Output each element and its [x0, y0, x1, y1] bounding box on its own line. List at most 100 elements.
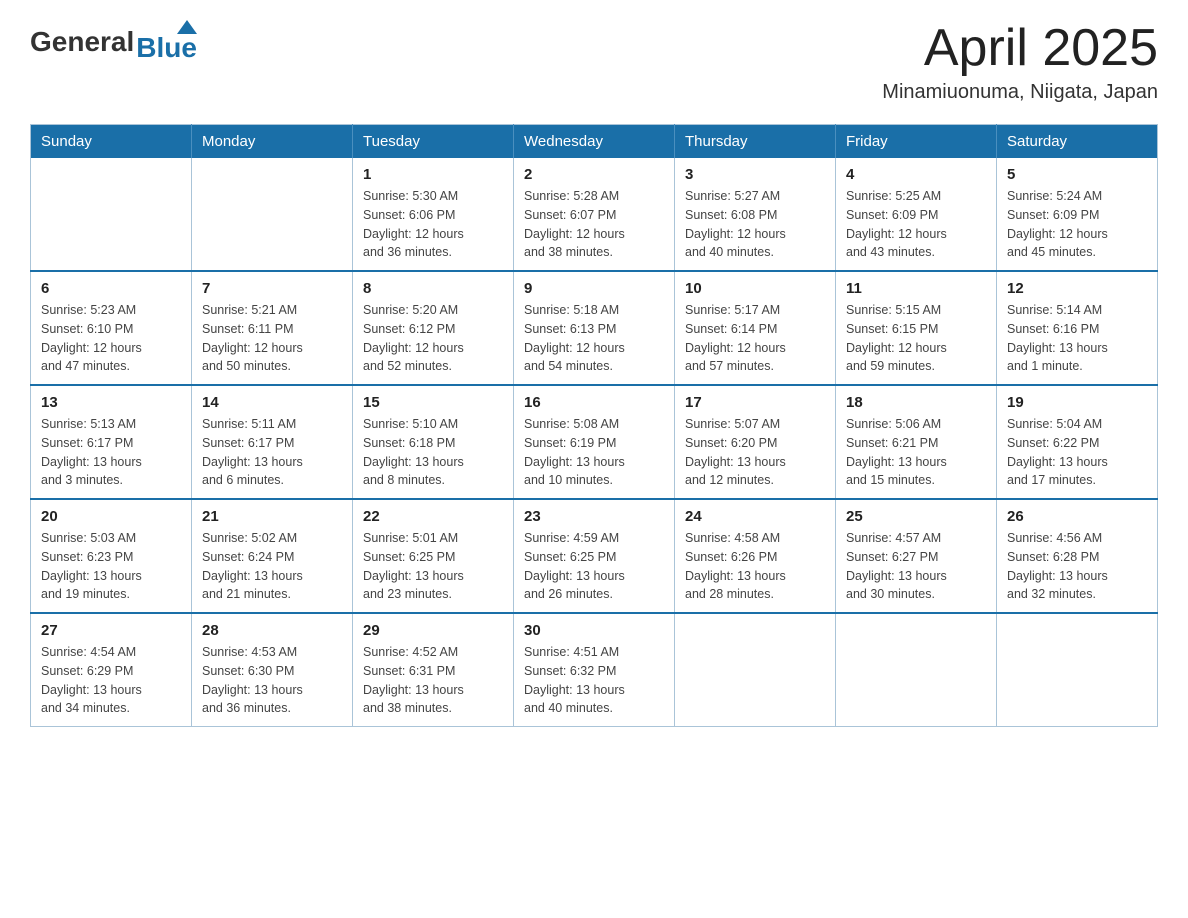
day-info: Sunrise: 4:59 AM Sunset: 6:25 PM Dayligh… [524, 529, 664, 604]
calendar-cell: 16 Sunrise: 5:08 AM Sunset: 6:19 PM Dayli… [514, 385, 675, 499]
day-number: 1 [363, 166, 503, 183]
calendar-cell: 26 Sunrise: 4:56 AM Sunset: 6:28 PM Dayli… [997, 499, 1158, 613]
day-info: Sunrise: 5:15 AM Sunset: 6:15 PM Dayligh… [846, 301, 986, 376]
day-number: 28 [202, 622, 342, 639]
page-header: General Blue April 2025 Minamiuonuma, Ni… [30, 20, 1158, 104]
day-info: Sunrise: 4:51 AM Sunset: 6:32 PM Dayligh… [524, 643, 664, 718]
day-number: 8 [363, 280, 503, 297]
day-number: 17 [685, 394, 825, 411]
day-number: 20 [41, 508, 181, 525]
calendar-cell: 15 Sunrise: 5:10 AM Sunset: 6:18 PM Dayli… [353, 385, 514, 499]
day-number: 4 [846, 166, 986, 183]
day-number: 7 [202, 280, 342, 297]
calendar-cell: 3 Sunrise: 5:27 AM Sunset: 6:08 PM Daylig… [675, 158, 836, 271]
day-info: Sunrise: 4:54 AM Sunset: 6:29 PM Dayligh… [41, 643, 181, 718]
day-info: Sunrise: 5:02 AM Sunset: 6:24 PM Dayligh… [202, 529, 342, 604]
calendar-cell: 27 Sunrise: 4:54 AM Sunset: 6:29 PM Dayli… [31, 613, 192, 727]
day-number: 27 [41, 622, 181, 639]
calendar-cell: 9Sunrise: 5:18 AM Sunset: 6:13 PM Daylig… [514, 271, 675, 385]
weekday-header-row: SundayMondayTuesdayWednesdayThursdayFrid… [31, 125, 1158, 159]
calendar-cell: 17 Sunrise: 5:07 AM Sunset: 6:20 PM Dayli… [675, 385, 836, 499]
day-number: 5 [1007, 166, 1147, 183]
day-number: 30 [524, 622, 664, 639]
day-number: 14 [202, 394, 342, 411]
calendar-cell: 25Sunrise: 4:57 AM Sunset: 6:27 PM Dayli… [836, 499, 997, 613]
calendar-cell [192, 158, 353, 271]
weekday-header-friday: Friday [836, 125, 997, 159]
calendar-cell [997, 613, 1158, 727]
day-info: Sunrise: 4:56 AM Sunset: 6:28 PM Dayligh… [1007, 529, 1147, 604]
calendar-cell [836, 613, 997, 727]
calendar-cell: 4 Sunrise: 5:25 AM Sunset: 6:09 PM Daylig… [836, 158, 997, 271]
weekday-header-monday: Monday [192, 125, 353, 159]
calendar-cell: 14 Sunrise: 5:11 AM Sunset: 6:17 PM Dayli… [192, 385, 353, 499]
title-area: April 2025 Minamiuonuma, Niigata, Japan [882, 20, 1158, 104]
day-number: 29 [363, 622, 503, 639]
calendar-cell: 19Sunrise: 5:04 AM Sunset: 6:22 PM Dayli… [997, 385, 1158, 499]
weekday-header-saturday: Saturday [997, 125, 1158, 159]
day-info: Sunrise: 5:21 AM Sunset: 6:11 PM Dayligh… [202, 301, 342, 376]
calendar-week-row: 6 Sunrise: 5:23 AM Sunset: 6:10 PM Daylig… [31, 271, 1158, 385]
day-number: 18 [846, 394, 986, 411]
day-info: Sunrise: 5:28 AM Sunset: 6:07 PM Dayligh… [524, 187, 664, 262]
day-info: Sunrise: 5:24 AM Sunset: 6:09 PM Dayligh… [1007, 187, 1147, 262]
day-number: 6 [41, 280, 181, 297]
calendar-cell: 1 Sunrise: 5:30 AM Sunset: 6:06 PM Daylig… [353, 158, 514, 271]
calendar-table: SundayMondayTuesdayWednesdayThursdayFrid… [30, 124, 1158, 727]
day-info: Sunrise: 5:08 AM Sunset: 6:19 PM Dayligh… [524, 415, 664, 490]
calendar-cell [31, 158, 192, 271]
calendar-cell: 2 Sunrise: 5:28 AM Sunset: 6:07 PM Daylig… [514, 158, 675, 271]
logo-general-text: General [30, 26, 134, 58]
day-number: 24 [685, 508, 825, 525]
calendar-cell: 22Sunrise: 5:01 AM Sunset: 6:25 PM Dayli… [353, 499, 514, 613]
day-info: Sunrise: 5:23 AM Sunset: 6:10 PM Dayligh… [41, 301, 181, 376]
day-number: 10 [685, 280, 825, 297]
day-info: Sunrise: 4:52 AM Sunset: 6:31 PM Dayligh… [363, 643, 503, 718]
day-info: Sunrise: 5:25 AM Sunset: 6:09 PM Dayligh… [846, 187, 986, 262]
calendar-cell: 13 Sunrise: 5:13 AM Sunset: 6:17 PM Dayli… [31, 385, 192, 499]
day-info: Sunrise: 4:58 AM Sunset: 6:26 PM Dayligh… [685, 529, 825, 604]
calendar-cell [675, 613, 836, 727]
day-info: Sunrise: 4:57 AM Sunset: 6:27 PM Dayligh… [846, 529, 986, 604]
day-info: Sunrise: 5:27 AM Sunset: 6:08 PM Dayligh… [685, 187, 825, 262]
logo-blue-part: Blue [136, 20, 197, 64]
day-info: Sunrise: 5:30 AM Sunset: 6:06 PM Dayligh… [363, 187, 503, 262]
weekday-header-wednesday: Wednesday [514, 125, 675, 159]
day-number: 11 [846, 280, 986, 297]
day-info: Sunrise: 5:20 AM Sunset: 6:12 PM Dayligh… [363, 301, 503, 376]
day-info: Sunrise: 5:13 AM Sunset: 6:17 PM Dayligh… [41, 415, 181, 490]
day-number: 21 [202, 508, 342, 525]
calendar-cell: 6 Sunrise: 5:23 AM Sunset: 6:10 PM Daylig… [31, 271, 192, 385]
day-number: 9 [524, 280, 664, 297]
day-info: Sunrise: 5:04 AM Sunset: 6:22 PM Dayligh… [1007, 415, 1147, 490]
calendar-week-row: 27 Sunrise: 4:54 AM Sunset: 6:29 PM Dayli… [31, 613, 1158, 727]
logo: General Blue [30, 20, 197, 64]
calendar-cell: 7 Sunrise: 5:21 AM Sunset: 6:11 PM Daylig… [192, 271, 353, 385]
day-info: Sunrise: 5:11 AM Sunset: 6:17 PM Dayligh… [202, 415, 342, 490]
location-subtitle: Minamiuonuma, Niigata, Japan [882, 81, 1158, 104]
day-number: 15 [363, 394, 503, 411]
calendar-cell: 24 Sunrise: 4:58 AM Sunset: 6:26 PM Dayli… [675, 499, 836, 613]
day-info: Sunrise: 5:07 AM Sunset: 6:20 PM Dayligh… [685, 415, 825, 490]
day-number: 12 [1007, 280, 1147, 297]
day-number: 26 [1007, 508, 1147, 525]
month-title: April 2025 [882, 20, 1158, 77]
day-info: Sunrise: 5:14 AM Sunset: 6:16 PM Dayligh… [1007, 301, 1147, 376]
weekday-header-tuesday: Tuesday [353, 125, 514, 159]
day-number: 16 [524, 394, 664, 411]
calendar-cell: 8 Sunrise: 5:20 AM Sunset: 6:12 PM Daylig… [353, 271, 514, 385]
calendar-week-row: 1 Sunrise: 5:30 AM Sunset: 6:06 PM Daylig… [31, 158, 1158, 271]
day-info: Sunrise: 5:03 AM Sunset: 6:23 PM Dayligh… [41, 529, 181, 604]
calendar-cell: 29 Sunrise: 4:52 AM Sunset: 6:31 PM Dayli… [353, 613, 514, 727]
calendar-cell: 10Sunrise: 5:17 AM Sunset: 6:14 PM Dayli… [675, 271, 836, 385]
day-number: 3 [685, 166, 825, 183]
calendar-cell: 11 Sunrise: 5:15 AM Sunset: 6:15 PM Dayli… [836, 271, 997, 385]
calendar-cell: 23Sunrise: 4:59 AM Sunset: 6:25 PM Dayli… [514, 499, 675, 613]
day-number: 2 [524, 166, 664, 183]
calendar-cell: 5 Sunrise: 5:24 AM Sunset: 6:09 PM Daylig… [997, 158, 1158, 271]
calendar-cell: 18Sunrise: 5:06 AM Sunset: 6:21 PM Dayli… [836, 385, 997, 499]
day-info: Sunrise: 5:10 AM Sunset: 6:18 PM Dayligh… [363, 415, 503, 490]
logo-blue-text: Blue [136, 32, 197, 64]
day-number: 13 [41, 394, 181, 411]
calendar-cell: 12 Sunrise: 5:14 AM Sunset: 6:16 PM Dayli… [997, 271, 1158, 385]
